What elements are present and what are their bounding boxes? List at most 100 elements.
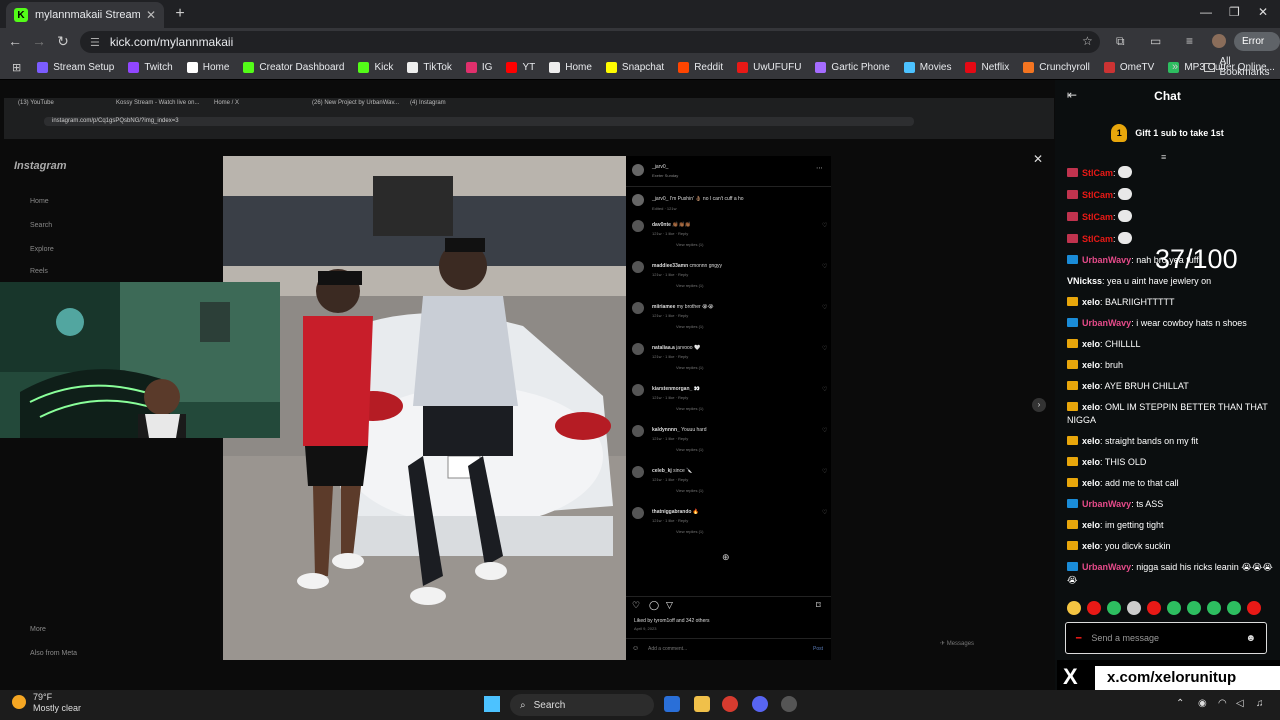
chat-username[interactable]: VNickss — [1067, 276, 1102, 286]
bookmark-item[interactable]: Netflix — [965, 61, 1009, 73]
more-bookmarks-icon[interactable]: » — [1172, 61, 1178, 73]
view-replies-link[interactable]: View replies (1) — [676, 365, 704, 370]
bookmark-item[interactable]: Snapchat — [605, 61, 664, 73]
close-window-icon[interactable]: ✕ — [1258, 5, 1268, 19]
new-tab-button[interactable]: + — [170, 4, 190, 24]
comment-user[interactable]: thatniggabrando — [652, 509, 691, 515]
chat-username[interactable]: xelo — [1082, 360, 1100, 370]
chat-username[interactable]: StlCam — [1082, 234, 1113, 244]
tab-close-icon[interactable]: ✕ — [146, 8, 156, 22]
emote-icon[interactable] — [1067, 601, 1081, 615]
chat-username[interactable]: UrbanWavy — [1082, 255, 1131, 265]
view-replies-link[interactable]: View replies (1) — [676, 447, 704, 452]
emote-icon[interactable] — [1187, 601, 1201, 615]
emote-icon[interactable] — [1107, 601, 1121, 615]
chat-username[interactable]: xelo — [1082, 436, 1100, 446]
comment-user[interactable]: kaldynnnn_ — [652, 427, 680, 433]
chat-username[interactable]: xelo — [1082, 339, 1100, 349]
windows-start-icon[interactable] — [484, 696, 500, 712]
emote-icon[interactable] — [1227, 601, 1241, 615]
gift-sub-banner[interactable]: 1 Gift 1 sub to take 1st — [1055, 116, 1280, 150]
comment-user[interactable]: miiriamee — [652, 304, 675, 310]
comment-like-icon[interactable]: ♡ — [822, 345, 827, 352]
load-more-icon[interactable]: ⊕ — [722, 552, 730, 563]
bookmark-item[interactable]: OmeTV — [1103, 61, 1154, 73]
site-info-icon[interactable]: ☰ — [90, 36, 100, 49]
comment-like-icon[interactable]: ♡ — [822, 468, 827, 475]
post-location[interactable]: Exeter Sunday — [652, 173, 678, 178]
chat-username[interactable]: xelo — [1082, 478, 1100, 488]
chat-username[interactable]: xelo — [1082, 381, 1100, 391]
save-bookmark-icon[interactable]: ⌑ — [816, 600, 821, 611]
all-bookmarks-button[interactable]: All Bookmarks — [1204, 56, 1280, 78]
chat-username[interactable]: xelo — [1082, 402, 1100, 412]
view-replies-link[interactable]: View replies (1) — [676, 283, 704, 288]
post-close-icon[interactable]: ✕ — [1033, 152, 1043, 166]
chat-username[interactable]: UrbanWavy — [1082, 318, 1131, 328]
profile-avatar[interactable] — [1212, 34, 1226, 48]
browser-tab-active[interactable]: K mylannmakaii Stream - Watch l ✕ — [6, 2, 164, 28]
bookmark-item[interactable]: Movies — [903, 61, 951, 73]
comment-like-icon[interactable]: ♡ — [822, 222, 827, 229]
chrome-icon[interactable] — [722, 696, 738, 712]
share-icon[interactable]: ▽ — [666, 600, 673, 611]
media-icon[interactable]: ≡ — [1186, 34, 1193, 48]
chat-username[interactable]: xelo — [1082, 541, 1100, 551]
chat-identity-icon[interactable]: ━ — [1076, 633, 1081, 644]
bookmark-item[interactable]: Crunchyroll — [1023, 61, 1090, 73]
comment-like-icon[interactable]: ♡ — [822, 304, 827, 311]
comment-icon[interactable]: ◯ — [649, 600, 659, 611]
bookmark-star-icon[interactable]: ☆ — [1082, 34, 1093, 48]
comment-like-icon[interactable]: ♡ — [822, 427, 827, 434]
bookmark-item[interactable]: Gartic Phone — [815, 61, 890, 73]
bookmark-item[interactable]: Twitch — [128, 61, 173, 73]
emote-icon[interactable] — [1247, 601, 1261, 615]
error-button[interactable]: Error ⋮ — [1234, 32, 1280, 66]
view-replies-link[interactable]: View replies (1) — [676, 488, 704, 493]
emote-icon[interactable] — [1127, 601, 1141, 615]
forward-icon[interactable]: → — [30, 33, 48, 49]
comment-like-icon[interactable]: ♡ — [822, 263, 827, 270]
next-post-icon[interactable]: › — [1032, 398, 1046, 412]
location-icon[interactable]: ◉ — [1198, 698, 1207, 709]
emote-icon[interactable] — [1167, 601, 1181, 615]
bookmark-item[interactable]: Home — [549, 61, 592, 73]
chat-username[interactable]: UrbanWavy — [1082, 499, 1131, 509]
reload-icon[interactable]: ↻ — [54, 33, 72, 50]
bookmark-item[interactable]: UwUFUFU — [737, 61, 801, 73]
stream-video[interactable]: (13) YouTube Kossy Stream - Watch live on… — [0, 80, 1055, 690]
comment-like-icon[interactable]: ♡ — [822, 386, 827, 393]
emote-icon[interactable] — [1207, 601, 1221, 615]
bookmark-item[interactable]: Creator Dashboard — [243, 61, 344, 73]
view-replies-link[interactable]: View replies (1) — [676, 324, 704, 329]
messages-launcher[interactable]: ✈ Messages — [940, 640, 974, 647]
comment-user[interactable]: maddiee33amn — [652, 263, 688, 269]
comment-user[interactable]: nataliaa.a — [652, 345, 675, 351]
discord-icon[interactable] — [752, 696, 768, 712]
back-icon[interactable]: ← — [6, 33, 24, 49]
emoji-picker-icon[interactable]: ☻ — [1245, 633, 1256, 644]
chat-username[interactable]: xelo — [1082, 457, 1100, 467]
chat-username[interactable]: xelo — [1082, 297, 1100, 307]
comment-user[interactable]: dav0nte — [652, 222, 671, 228]
cast-icon[interactable]: ▭ — [1150, 34, 1161, 48]
bookmark-item[interactable]: Stream Setup — [37, 61, 114, 73]
pinned-expand-icon[interactable]: ≡ — [1161, 152, 1166, 162]
apps-grid-icon[interactable]: ⊞ — [12, 61, 21, 74]
volume-icon[interactable]: ◁ — [1236, 698, 1244, 709]
chat-username[interactable]: StlCam — [1082, 190, 1113, 200]
file-explorer-icon[interactable] — [694, 696, 710, 712]
taskbar-search[interactable]: ⌕ Search — [510, 694, 654, 716]
like-heart-icon[interactable]: ♡ — [632, 600, 640, 611]
post-author[interactable]: _jarv0_ — [652, 164, 668, 170]
emote-icon[interactable] — [1147, 601, 1161, 615]
emoji-icon[interactable]: ☺ — [632, 645, 639, 652]
wifi-icon[interactable]: ◠ — [1218, 698, 1227, 709]
minimize-icon[interactable]: — — [1200, 5, 1212, 19]
bookmark-item[interactable]: Kick — [358, 61, 393, 73]
bookmark-item[interactable]: Home — [186, 61, 229, 73]
bookmark-item[interactable]: TikTok — [407, 61, 452, 73]
chat-username[interactable]: StlCam — [1082, 212, 1113, 222]
add-comment-input[interactable]: Add a comment... — [648, 646, 687, 652]
chat-input[interactable]: ━ Send a message ☻ — [1065, 622, 1267, 654]
